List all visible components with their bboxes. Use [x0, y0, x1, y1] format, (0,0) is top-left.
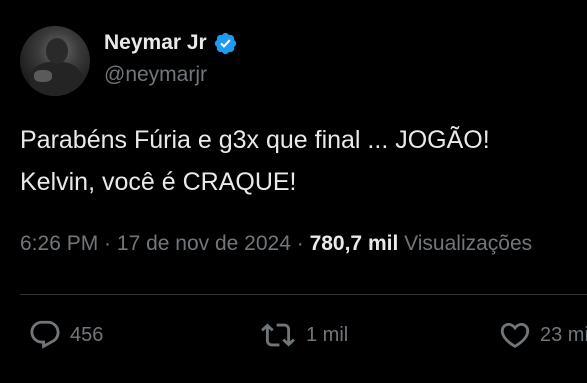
- tweet-text-line: Kelvin, você é CRAQUE!: [20, 168, 297, 196]
- author-display-name[interactable]: Neymar Jr: [104, 31, 207, 55]
- tweet-text: Parabéns Fúria e g3x que final ... JOGÃO…: [20, 119, 580, 203]
- like-button[interactable]: 23 mil: [498, 318, 587, 352]
- retweet-button[interactable]: 1 mil: [258, 318, 348, 352]
- meta-separator: ·: [98, 232, 117, 255]
- views-count[interactable]: 780,7 mil: [310, 232, 399, 255]
- tweet-time[interactable]: 6:26 PM: [20, 232, 98, 255]
- verified-badge-icon[interactable]: [213, 31, 238, 56]
- author-name-row: Neymar Jr: [104, 28, 238, 58]
- reply-button[interactable]: 456: [28, 318, 103, 352]
- retweet-icon: [261, 323, 295, 347]
- divider: [20, 294, 587, 295]
- heart-icon: [500, 322, 530, 348]
- reply-count: 456: [70, 323, 104, 346]
- avatar-figure-head: [46, 38, 68, 64]
- avatar[interactable]: [20, 26, 90, 96]
- retweet-count: 1 mil: [306, 323, 349, 346]
- tweet-text-line: Parabéns Fúria e g3x que final ... JOGÃO…: [20, 126, 490, 154]
- like-count: 23 mil: [540, 323, 587, 346]
- tweet-date[interactable]: 17 de nov de 2024: [117, 232, 291, 255]
- avatar-figure-hand: [34, 70, 52, 82]
- reply-icon: [30, 320, 60, 349]
- meta-separator: ·: [290, 232, 310, 255]
- tweet-meta: 6:26 PM · 17 de nov de 2024 · 780,7 mil …: [20, 232, 587, 256]
- author-handle[interactable]: @neymarjr: [104, 63, 207, 87]
- views-label: Visualizações: [398, 232, 533, 255]
